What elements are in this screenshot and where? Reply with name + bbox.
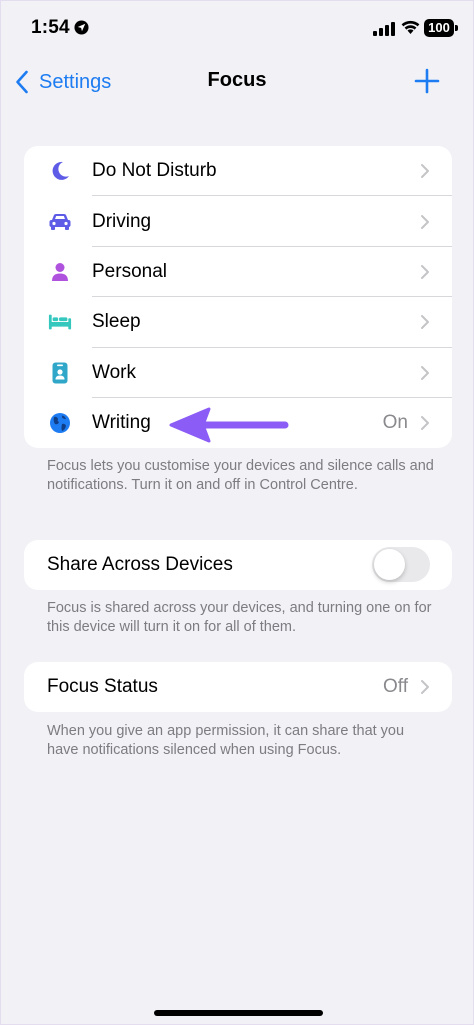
share-across-devices-toggle[interactable]: [372, 547, 430, 582]
focus-status-label: Focus Status: [47, 676, 158, 697]
battery-tip: [455, 25, 458, 31]
chevron-right-icon: [421, 416, 429, 431]
focus-modes-list: Do Not Disturb Driving Personal Sleep Wo…: [24, 146, 452, 448]
status-bar: 1:54 100: [1, 1, 473, 57]
cellular-signal-icon: [373, 22, 395, 36]
focus-footnote: Focus lets you customise your devices an…: [47, 458, 434, 493]
annotation-arrow-icon: [169, 407, 289, 443]
chevron-right-icon: [421, 164, 429, 179]
focus-mode-do-not-disturb[interactable]: Do Not Disturb: [24, 146, 452, 197]
chevron-right-icon: [421, 365, 429, 380]
focus-mode-sleep[interactable]: Sleep: [24, 297, 452, 348]
focus-status-footnote: When you give an app permission, it can …: [47, 723, 405, 758]
share-across-devices-row: Share Across Devices: [24, 540, 452, 590]
chevron-right-icon: [421, 264, 429, 279]
focus-mode-label: Do Not Disturb: [92, 160, 217, 182]
location-icon: [74, 20, 89, 35]
home-indicator[interactable]: [154, 1010, 323, 1016]
person-icon: [48, 260, 72, 284]
focus-status-group: Focus Status Off: [24, 662, 452, 712]
share-footnote: Focus is shared across your devices, and…: [47, 600, 432, 635]
page-title: Focus: [207, 69, 267, 91]
bed-icon: [48, 310, 72, 334]
moon-icon: [48, 159, 72, 183]
focus-settings-screen: 1:54 100 Settings Focus Do Not Disturb D…: [0, 0, 474, 1025]
focus-mode-label: Writing: [92, 412, 151, 434]
focus-mode-work[interactable]: Work: [24, 348, 452, 398]
focus-mode-label: Sleep: [92, 311, 141, 333]
wifi-icon: [401, 20, 420, 34]
focus-mode-label: Driving: [92, 210, 152, 232]
battery-indicator: 100: [424, 19, 454, 37]
focus-mode-label: Work: [92, 361, 136, 383]
focus-status-row[interactable]: Focus Status Off: [24, 662, 452, 712]
chevron-right-icon: [421, 315, 429, 330]
focus-mode-personal[interactable]: Personal: [24, 247, 452, 298]
focus-mode-status: On: [382, 412, 408, 434]
chevron-right-icon: [421, 680, 429, 694]
add-focus-button[interactable]: [414, 68, 440, 94]
car-icon: [48, 210, 72, 234]
share-across-devices-group: Share Across Devices: [24, 540, 452, 590]
focus-mode-label: Personal: [92, 260, 167, 282]
focus-mode-driving[interactable]: Driving: [24, 196, 452, 247]
badge-icon: [48, 361, 72, 385]
focus-status-value: Off: [383, 676, 408, 697]
globe-icon: [48, 411, 72, 435]
chevron-right-icon: [421, 214, 429, 229]
toggle-knob: [374, 549, 405, 580]
status-time: 1:54: [31, 17, 70, 38]
share-across-devices-label: Share Across Devices: [47, 554, 233, 575]
